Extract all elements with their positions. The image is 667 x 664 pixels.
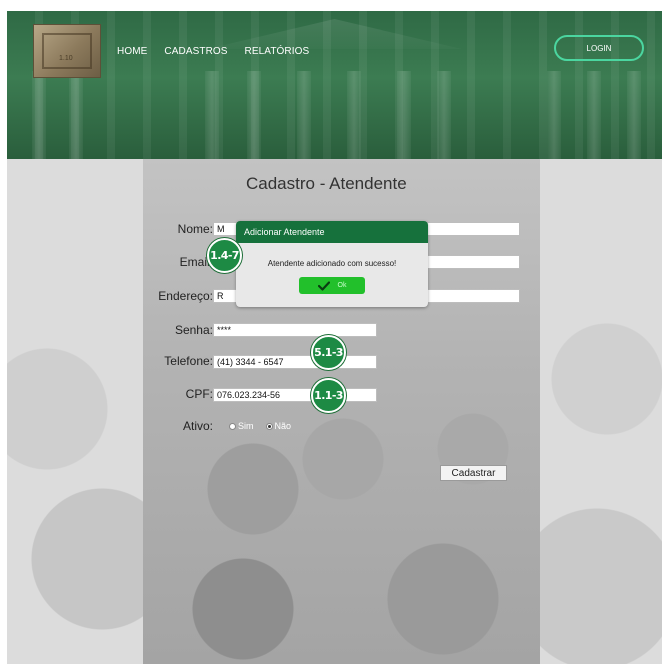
radio-sim[interactable]: Sim bbox=[229, 421, 254, 431]
ok-button[interactable]: Ok bbox=[299, 277, 365, 294]
radio-sim-dot[interactable] bbox=[229, 422, 236, 430]
cadastrar-button[interactable]: Cadastrar bbox=[440, 465, 507, 481]
site-header: 1.10 HOME CADASTROS RELATÓRIOS LOGIN bbox=[7, 11, 662, 159]
nav-relatorios[interactable]: RELATÓRIOS bbox=[245, 46, 310, 57]
radio-nao-dot[interactable] bbox=[265, 422, 273, 430]
label-email: Email: bbox=[179, 255, 213, 269]
label-telefone: Telefone: bbox=[164, 354, 213, 368]
success-dialog: Adicionar Atendente Atendente adicionado… bbox=[236, 221, 428, 307]
check-icon bbox=[317, 280, 330, 291]
dialog-title: Adicionar Atendente bbox=[236, 221, 428, 243]
cpf-input[interactable]: 076.023.234-56 bbox=[213, 388, 377, 402]
main-nav: HOME CADASTROS RELATÓRIOS bbox=[117, 46, 309, 57]
label-senha: Senha: bbox=[174, 323, 213, 337]
radio-nao[interactable]: Não bbox=[265, 421, 292, 431]
nav-cadastros[interactable]: CADASTROS bbox=[164, 46, 227, 57]
radio-sim-label: Sim bbox=[238, 421, 254, 431]
label-nome: Nome: bbox=[177, 222, 213, 236]
logo[interactable]: 1.10 bbox=[33, 24, 101, 78]
building-pediment bbox=[207, 19, 462, 49]
ativo-radio-group: Sim Não bbox=[229, 421, 291, 431]
annotation-badge-3: 1.1-3 bbox=[311, 378, 346, 413]
logo-text: 1.10 bbox=[59, 55, 73, 62]
building-columns bbox=[7, 71, 662, 159]
annotation-badge-1: 1.4-7 bbox=[207, 238, 242, 273]
login-button[interactable]: LOGIN bbox=[554, 35, 644, 61]
label-endereco: Endereço: bbox=[158, 289, 213, 303]
label-ativo: Ativo: bbox=[182, 419, 213, 433]
radio-nao-label: Não bbox=[274, 421, 292, 431]
page-title: Cadastro - Atendente bbox=[246, 174, 407, 193]
telefone-input[interactable]: (41) 3344 - 6547 bbox=[213, 355, 377, 369]
nav-home[interactable]: HOME bbox=[117, 46, 147, 57]
label-cpf: CPF: bbox=[185, 387, 213, 401]
senha-input[interactable]: **** bbox=[213, 323, 377, 337]
dialog-message: Atendente adicionado com sucesso! bbox=[267, 259, 397, 268]
ok-button-label: Ok bbox=[337, 282, 347, 289]
annotation-badge-2: 5.1-3 bbox=[311, 335, 346, 370]
